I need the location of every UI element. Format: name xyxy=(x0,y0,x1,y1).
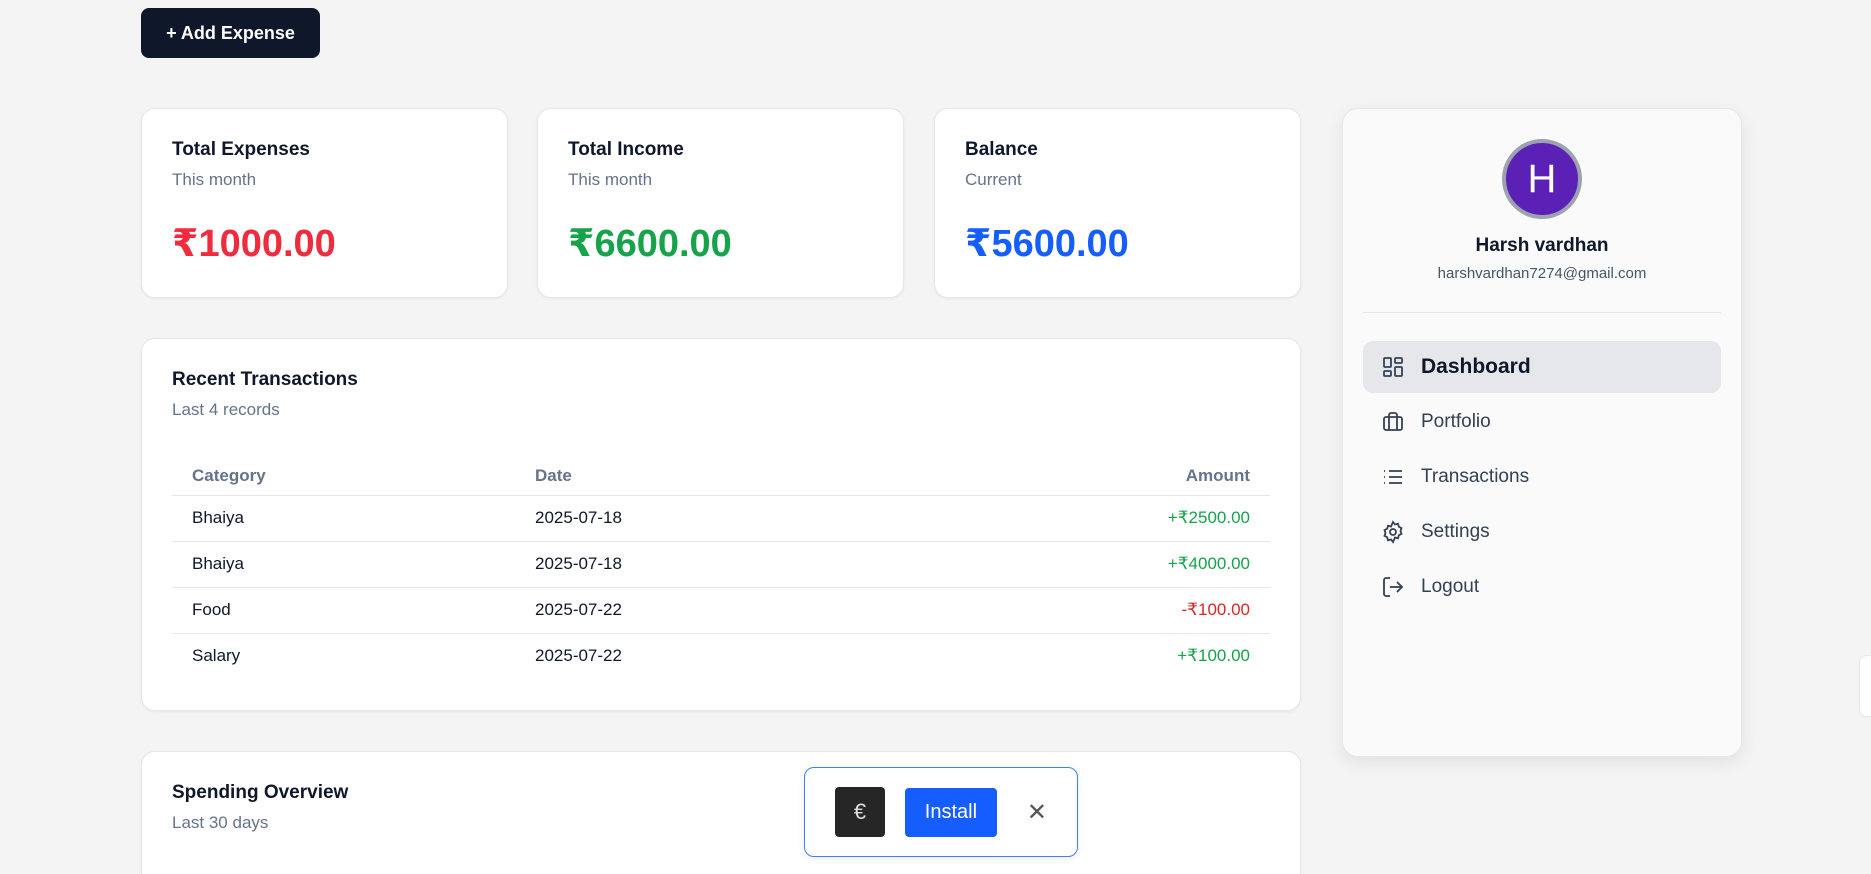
stat-value: ₹5600.00 xyxy=(965,223,1129,265)
spending-overview-card: Spending Overview Last 30 days xyxy=(141,751,1301,874)
app-logo-icon: € xyxy=(835,787,885,837)
sidebar: H Harsh vardhan harshvardhan7274@gmail.c… xyxy=(1342,108,1742,757)
nav-item-dashboard[interactable]: Dashboard xyxy=(1363,341,1721,393)
cell-date: 2025-07-22 xyxy=(515,587,900,634)
cell-amount: +₹100.00 xyxy=(1177,646,1250,666)
nav-item-label: Dashboard xyxy=(1421,355,1531,378)
table-row: Salary 2025-07-22 +₹100.00 xyxy=(172,633,1270,679)
stat-value: ₹6600.00 xyxy=(568,223,732,265)
column-header-date: Date xyxy=(515,457,900,496)
nav-item-label: Portfolio xyxy=(1421,411,1491,432)
cell-amount: +₹2500.00 xyxy=(899,495,1270,542)
transactions-table: Category Date Amount Bhaiya 2025-07-18 +… xyxy=(172,457,1270,679)
user-name: Harsh vardhan xyxy=(1475,235,1609,256)
add-expense-button[interactable]: + Add Expense xyxy=(141,8,320,58)
total-income-card: Total Income This month ₹6600.00 xyxy=(537,108,904,298)
divider xyxy=(1363,312,1721,313)
balance-card: Balance Current ₹5600.00 xyxy=(934,108,1301,298)
stat-value: ₹1000.00 xyxy=(172,223,336,265)
nav-item-label: Settings xyxy=(1421,521,1490,542)
total-expenses-card: Total Expenses This month ₹1000.00 xyxy=(141,108,508,298)
recent-transactions-card: Recent Transactions Last 4 records Categ… xyxy=(141,338,1301,711)
cell-date: 2025-07-22 xyxy=(535,646,622,666)
table-row: Food 2025-07-22 -₹100.00 xyxy=(172,587,1270,634)
gear-icon xyxy=(1383,520,1403,544)
card-title: Spending Overview xyxy=(172,782,349,803)
table-row: Bhaiya 2025-07-18 +₹4000.00 xyxy=(172,541,1270,588)
cell-category: Bhaiya xyxy=(172,541,515,588)
user-email: harshvardhan7274@gmail.com xyxy=(1437,265,1647,282)
cell-date: 2025-07-18 xyxy=(515,541,900,588)
cell-category: Bhaiya xyxy=(172,495,515,542)
table-row: Bhaiya 2025-07-18 +₹2500.00 xyxy=(172,495,1270,542)
cell-amount: +₹4000.00 xyxy=(899,541,1270,588)
card-title: Recent Transactions xyxy=(172,369,358,390)
stat-title: Balance xyxy=(965,139,1038,160)
stat-subtitle: Current xyxy=(965,170,1022,189)
avatar[interactable]: H xyxy=(1502,139,1582,219)
nav-item-logout[interactable]: Logout xyxy=(1363,561,1721,613)
card-subtitle: Last 30 days xyxy=(172,813,269,832)
table-header-row: Category Date Amount xyxy=(172,457,1270,496)
cell-category: Salary xyxy=(192,646,241,666)
stat-title: Total Expenses xyxy=(172,139,310,160)
nav-item-portfolio[interactable]: Portfolio xyxy=(1363,396,1721,448)
logout-icon xyxy=(1383,577,1404,597)
install-prompt: € Install ✕ xyxy=(804,767,1078,857)
stat-title: Total Income xyxy=(568,139,684,160)
nav-item-settings[interactable]: Settings xyxy=(1363,506,1721,558)
card-subtitle: Last 4 records xyxy=(172,400,280,419)
nav-item-label: Logout xyxy=(1421,576,1480,597)
stat-subtitle: This month xyxy=(172,170,257,189)
close-icon[interactable]: ✕ xyxy=(1027,798,1047,827)
column-header-category: Category xyxy=(172,457,515,496)
cell-amount: -₹100.00 xyxy=(899,587,1270,634)
install-button[interactable]: Install xyxy=(904,787,997,837)
cell-category: Food xyxy=(172,587,515,634)
side-widget-tab[interactable] xyxy=(1859,655,1871,717)
dashboard-icon xyxy=(1383,357,1403,377)
stat-subtitle: This month xyxy=(568,170,653,189)
nav-item-transactions[interactable]: Transactions xyxy=(1363,451,1721,503)
nav-item-label: Transactions xyxy=(1421,466,1530,487)
column-header-amount: Amount xyxy=(899,457,1270,496)
briefcase-icon xyxy=(1383,412,1403,431)
list-icon xyxy=(1384,470,1402,484)
cell-date: 2025-07-18 xyxy=(515,495,900,542)
